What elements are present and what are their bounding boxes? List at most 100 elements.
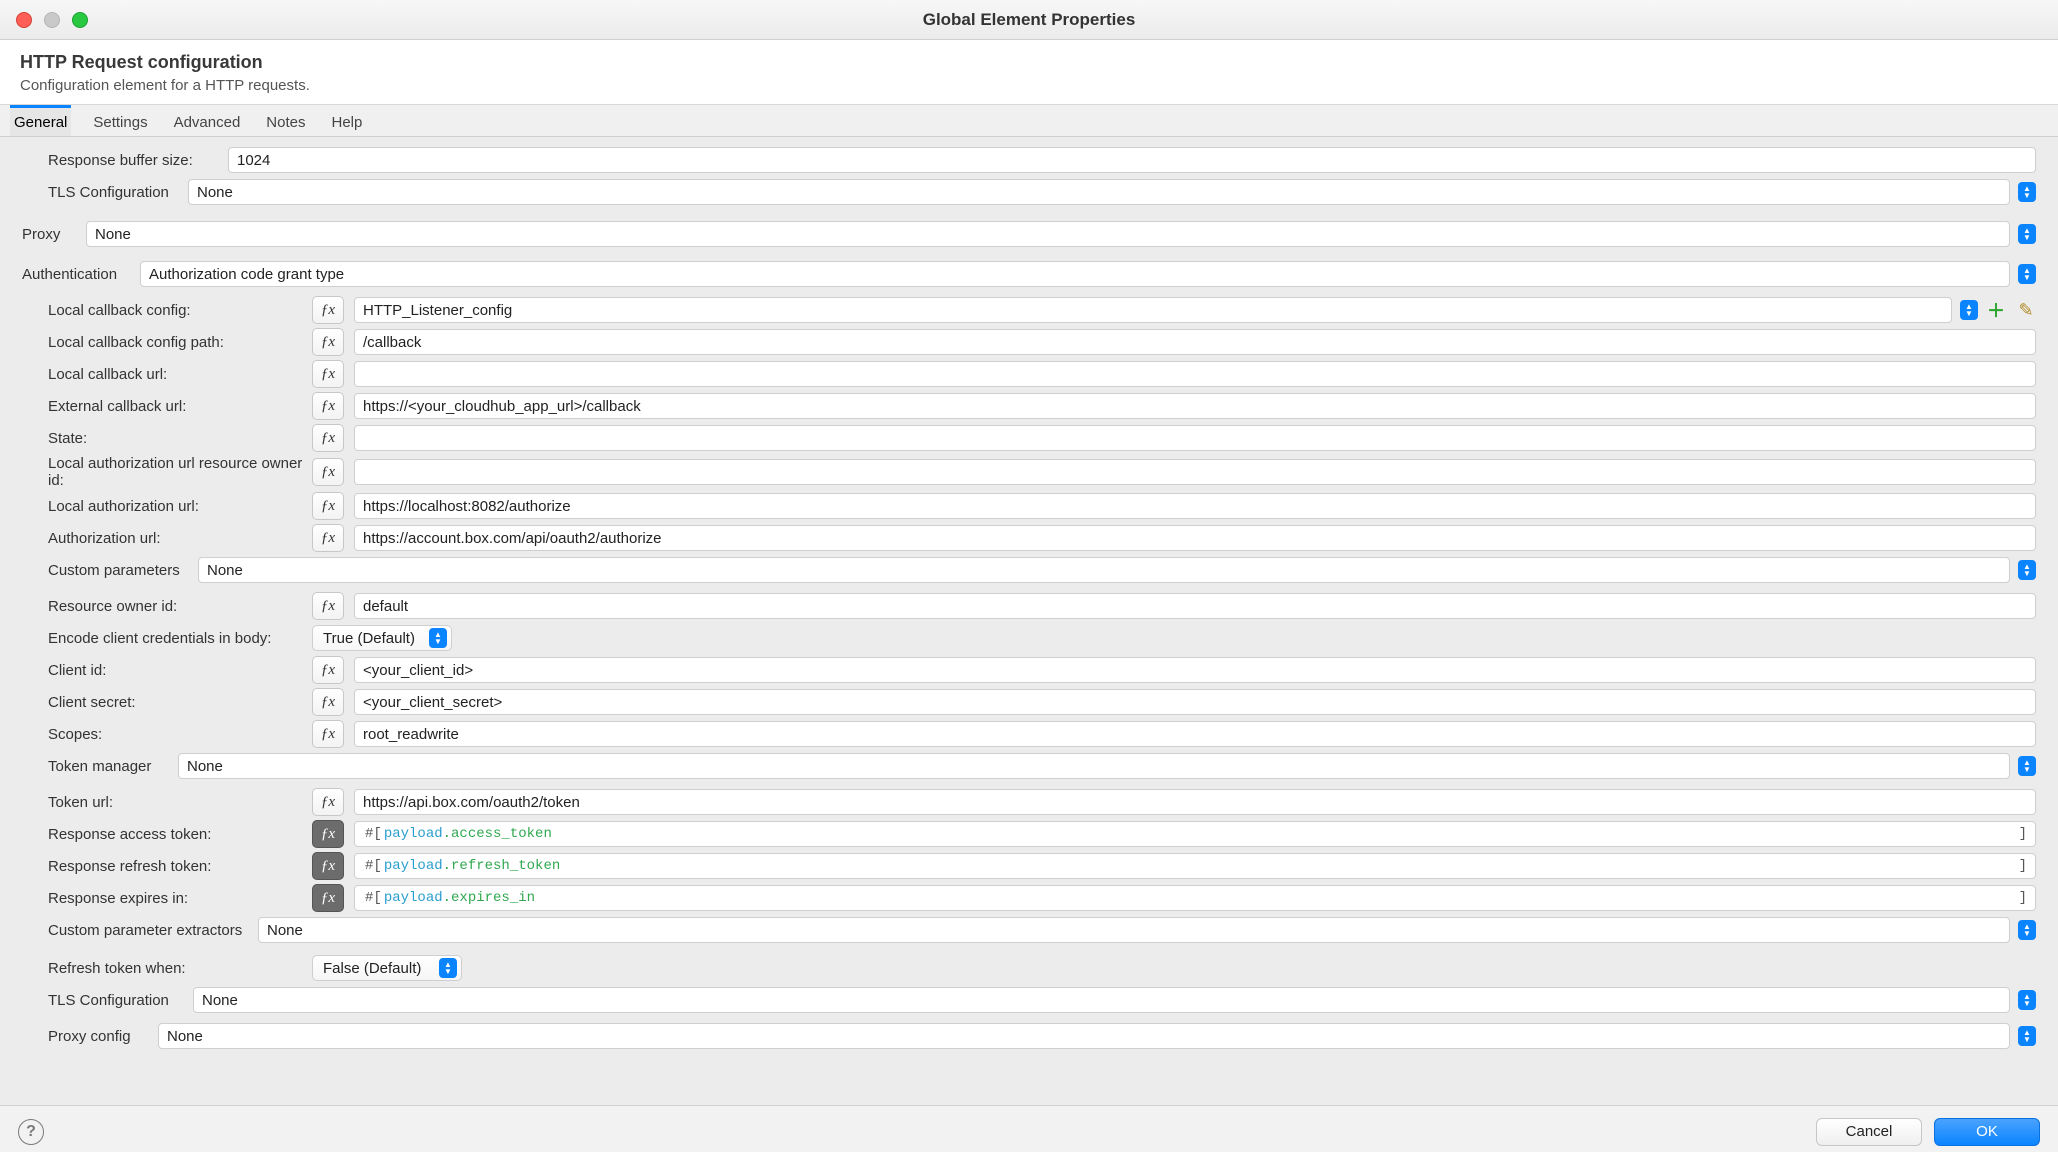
- row-response-refresh-token: Response refresh token: ƒx #[ payload.re…: [22, 851, 2036, 881]
- select-value: True (Default): [323, 630, 415, 647]
- fx-button[interactable]: ƒx: [312, 492, 344, 520]
- dropdown-toggle-local-callback-config[interactable]: [1960, 300, 1978, 320]
- input-local-auth-url-resource-owner-id[interactable]: [354, 459, 2036, 485]
- row-client-secret: Client secret: ƒx <your_client_secret>: [22, 687, 2036, 717]
- row-authentication: Authentication Authorization code grant …: [22, 259, 2036, 289]
- dropdown-toggle-authentication[interactable]: [2018, 264, 2036, 284]
- input-response-buffer-size[interactable]: 1024: [228, 147, 2036, 173]
- label-state: State:: [48, 430, 312, 447]
- minimize-window-button[interactable]: [44, 12, 60, 28]
- input-proxy-config[interactable]: None: [158, 1023, 2010, 1049]
- input-local-authorization-url[interactable]: https://localhost:8082/authorize: [354, 493, 2036, 519]
- dropdown-toggle-proxy-config[interactable]: [2018, 1026, 2036, 1046]
- select-refresh-token-when[interactable]: False (Default): [312, 955, 462, 981]
- close-window-button[interactable]: [16, 12, 32, 28]
- tab-settings[interactable]: Settings: [89, 105, 151, 136]
- input-authorization-url[interactable]: https://account.box.com/api/oauth2/autho…: [354, 525, 2036, 551]
- label-authentication: Authentication: [22, 266, 140, 283]
- tab-help[interactable]: Help: [327, 105, 366, 136]
- input-local-callback-config-path[interactable]: /callback: [354, 329, 2036, 355]
- fx-button[interactable]: ƒx: [312, 296, 344, 324]
- label-response-access-token: Response access token:: [48, 826, 312, 843]
- dialog-footer: ? Cancel OK: [0, 1105, 2058, 1152]
- input-external-callback-url[interactable]: https://<your_cloudhub_app_url>/callback: [354, 393, 2036, 419]
- input-client-secret[interactable]: <your_client_secret>: [354, 689, 2036, 715]
- fx-button[interactable]: ƒx: [312, 688, 344, 716]
- dropdown-toggle-custom-parameter-extractors[interactable]: [2018, 920, 2036, 940]
- dropdown-toggle-custom-parameters[interactable]: [2018, 560, 2036, 580]
- fx-button[interactable]: ƒx: [312, 328, 344, 356]
- cancel-button[interactable]: Cancel: [1816, 1118, 1922, 1146]
- input-custom-parameters[interactable]: None: [198, 557, 2010, 583]
- label-proxy-config: Proxy config: [48, 1028, 158, 1045]
- window-titlebar: Global Element Properties: [0, 0, 2058, 40]
- row-local-callback-url: Local callback url: ƒx: [22, 359, 2036, 389]
- label-client-id: Client id:: [48, 662, 312, 679]
- input-tls-configuration-2[interactable]: None: [193, 987, 2010, 1013]
- help-icon[interactable]: ?: [18, 1119, 44, 1145]
- input-scopes[interactable]: root_readwrite: [354, 721, 2036, 747]
- tab-notes[interactable]: Notes: [262, 105, 309, 136]
- dropdown-toggle-tls-2[interactable]: [2018, 990, 2036, 1010]
- label-external-callback-url: External callback url:: [48, 398, 312, 415]
- fx-button[interactable]: ƒx: [312, 458, 344, 486]
- fx-button[interactable]: ƒx: [312, 720, 344, 748]
- add-icon[interactable]: ＋: [1986, 300, 2006, 320]
- row-authorization-url: Authorization url: ƒx https://account.bo…: [22, 523, 2036, 553]
- dropdown-toggle-proxy[interactable]: [2018, 224, 2036, 244]
- input-state[interactable]: [354, 425, 2036, 451]
- input-custom-parameter-extractors[interactable]: None: [258, 917, 2010, 943]
- input-authentication[interactable]: Authorization code grant type: [140, 261, 2010, 287]
- fx-button[interactable]: ƒx: [312, 788, 344, 816]
- form-content: Response buffer size: 1024 TLS Configura…: [0, 137, 2058, 1105]
- input-proxy[interactable]: None: [86, 221, 2010, 247]
- input-response-expires-in[interactable]: #[ payload.expires_in ]: [354, 885, 2036, 911]
- label-response-buffer-size: Response buffer size:: [48, 152, 228, 169]
- input-local-callback-url[interactable]: [354, 361, 2036, 387]
- row-custom-parameters: Custom parameters None: [22, 555, 2036, 585]
- tab-advanced[interactable]: Advanced: [170, 105, 245, 136]
- label-custom-parameter-extractors: Custom parameter extractors: [48, 922, 258, 939]
- row-response-expires-in: Response expires in: ƒx #[ payload.expir…: [22, 883, 2036, 913]
- fx-button[interactable]: ƒx: [312, 424, 344, 452]
- select-value: False (Default): [323, 960, 421, 977]
- input-token-url[interactable]: https://api.box.com/oauth2/token: [354, 789, 2036, 815]
- row-response-buffer-size: Response buffer size: 1024: [22, 145, 2036, 175]
- select-encode-client-credentials[interactable]: True (Default): [312, 625, 452, 651]
- fx-button-active[interactable]: ƒx: [312, 820, 344, 848]
- row-tls-configuration-2: TLS Configuration None: [22, 985, 2036, 1015]
- zoom-window-button[interactable]: [72, 12, 88, 28]
- edit-icon[interactable]: ✎: [2016, 300, 2036, 320]
- input-client-id[interactable]: <your_client_id>: [354, 657, 2036, 683]
- input-token-manager[interactable]: None: [178, 753, 2010, 779]
- row-encode-client-credentials: Encode client credentials in body: True …: [22, 623, 2036, 653]
- input-response-access-token[interactable]: #[ payload.access_token ]: [354, 821, 2036, 847]
- row-resource-owner-id: Resource owner id: ƒx default: [22, 591, 2036, 621]
- label-response-refresh-token: Response refresh token:: [48, 858, 312, 875]
- window-controls: [16, 12, 88, 28]
- tab-general[interactable]: General: [10, 105, 71, 136]
- fx-button[interactable]: ƒx: [312, 524, 344, 552]
- fx-button[interactable]: ƒx: [312, 360, 344, 388]
- ok-button[interactable]: OK: [1934, 1118, 2040, 1146]
- input-tls-configuration[interactable]: None: [188, 179, 2010, 205]
- row-external-callback-url: External callback url: ƒx https://<your_…: [22, 391, 2036, 421]
- fx-button[interactable]: ƒx: [312, 392, 344, 420]
- row-state: State: ƒx: [22, 423, 2036, 453]
- row-proxy: Proxy None: [22, 219, 2036, 249]
- fx-button-active[interactable]: ƒx: [312, 852, 344, 880]
- input-response-refresh-token[interactable]: #[ payload.refresh_token ]: [354, 853, 2036, 879]
- fx-button[interactable]: ƒx: [312, 592, 344, 620]
- dropdown-toggle-token-manager[interactable]: [2018, 756, 2036, 776]
- fx-button[interactable]: ƒx: [312, 656, 344, 684]
- label-token-url: Token url:: [48, 794, 312, 811]
- row-token-manager: Token manager None: [22, 751, 2036, 781]
- label-local-callback-config: Local callback config:: [48, 302, 312, 319]
- row-local-callback-config-path: Local callback config path: ƒx /callback: [22, 327, 2036, 357]
- input-resource-owner-id[interactable]: default: [354, 593, 2036, 619]
- label-scopes: Scopes:: [48, 726, 312, 743]
- fx-button-active[interactable]: ƒx: [312, 884, 344, 912]
- chevron-updown-icon: [439, 958, 457, 978]
- input-local-callback-config[interactable]: HTTP_Listener_config: [354, 297, 1952, 323]
- dropdown-toggle-tls[interactable]: [2018, 182, 2036, 202]
